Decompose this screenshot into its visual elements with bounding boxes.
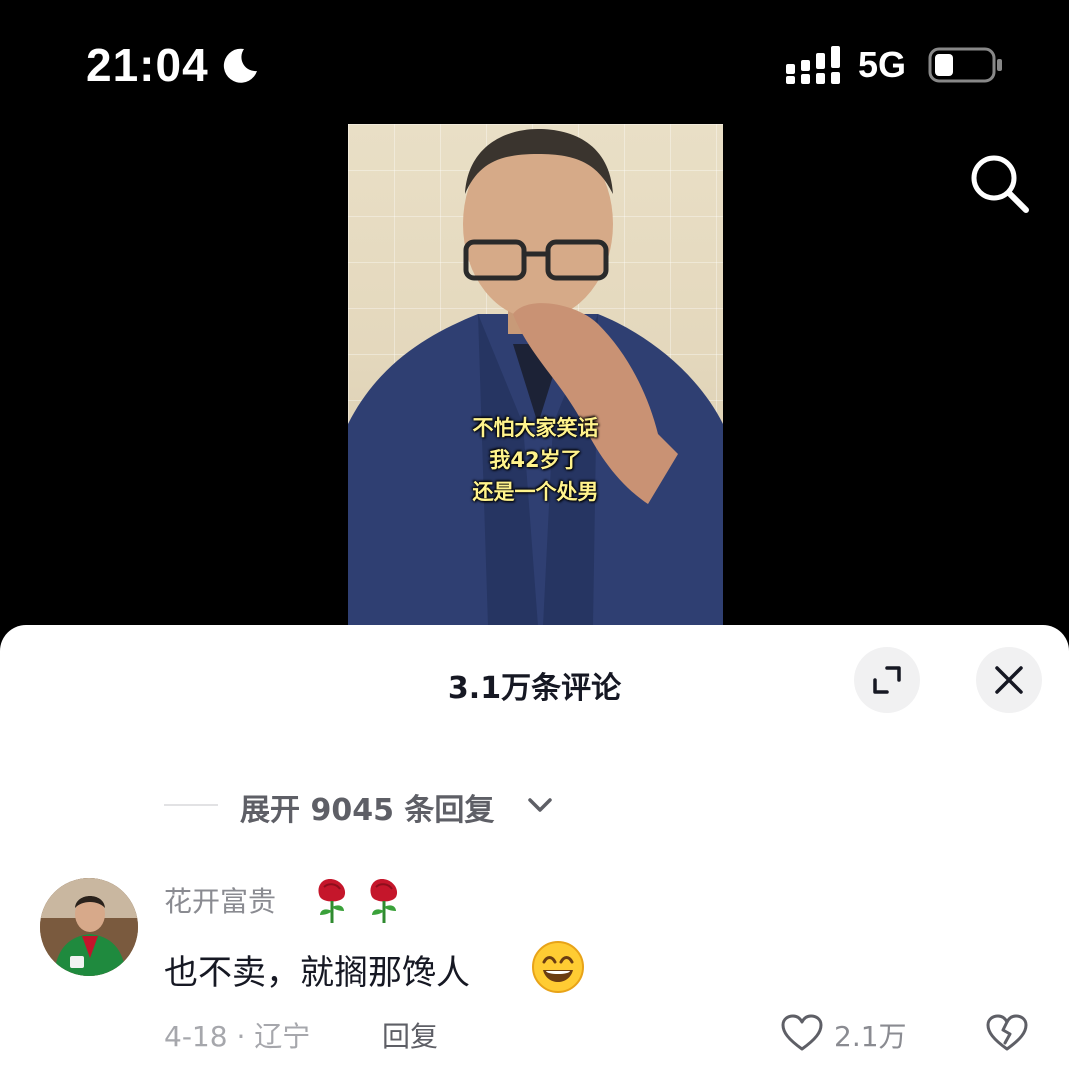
close-icon (995, 666, 1023, 694)
network-type: 5G (858, 44, 907, 85)
video-subtitle-line-2: 我42岁了 (489, 448, 582, 472)
moon-icon (223, 48, 257, 83)
close-button[interactable] (976, 647, 1042, 713)
avatar-image (40, 878, 138, 976)
broken-heart-icon[interactable] (985, 1013, 1029, 1053)
expand-icon (873, 666, 901, 694)
like-count: 2.1万 (834, 1020, 907, 1053)
battery-icon (928, 47, 1002, 83)
comments-sheet: 3.1万条评论 展开 9045 条回复 花开富贵 也不卖，就搁那馋人 4-18 … (0, 625, 1069, 1075)
status-bar: 21:04 5G (0, 0, 1069, 120)
comment-username[interactable]: 花开富贵 (164, 880, 276, 920)
video-subtitle-line-3: 还是一个处男 (472, 480, 599, 504)
heart-icon[interactable] (780, 1013, 824, 1053)
divider-line (164, 804, 218, 806)
reply-button[interactable]: 回复 (382, 1015, 438, 1055)
avatar[interactable] (40, 878, 138, 976)
chevron-down-icon[interactable] (526, 795, 554, 815)
person-figure (348, 129, 723, 626)
video-player[interactable]: 不怕大家笑话 我42岁了 还是一个处男 (348, 124, 723, 626)
expand-replies-link[interactable]: 展开 9045 条回复 (240, 785, 494, 829)
comment-date-location: 4-18 · 辽宁 (164, 1020, 311, 1053)
search-icon[interactable] (966, 150, 1032, 216)
grinning-emoji-icon (532, 941, 584, 993)
comment-text: 也不卖，就搁那馋人 (164, 953, 470, 993)
status-time: 21:04 (86, 39, 209, 91)
rose-emoji-icon (312, 875, 412, 929)
video-subtitle-line-1: 不怕大家笑话 (472, 416, 599, 440)
cellular-signal-icon (786, 46, 840, 84)
expand-fullscreen-button[interactable] (854, 647, 920, 713)
